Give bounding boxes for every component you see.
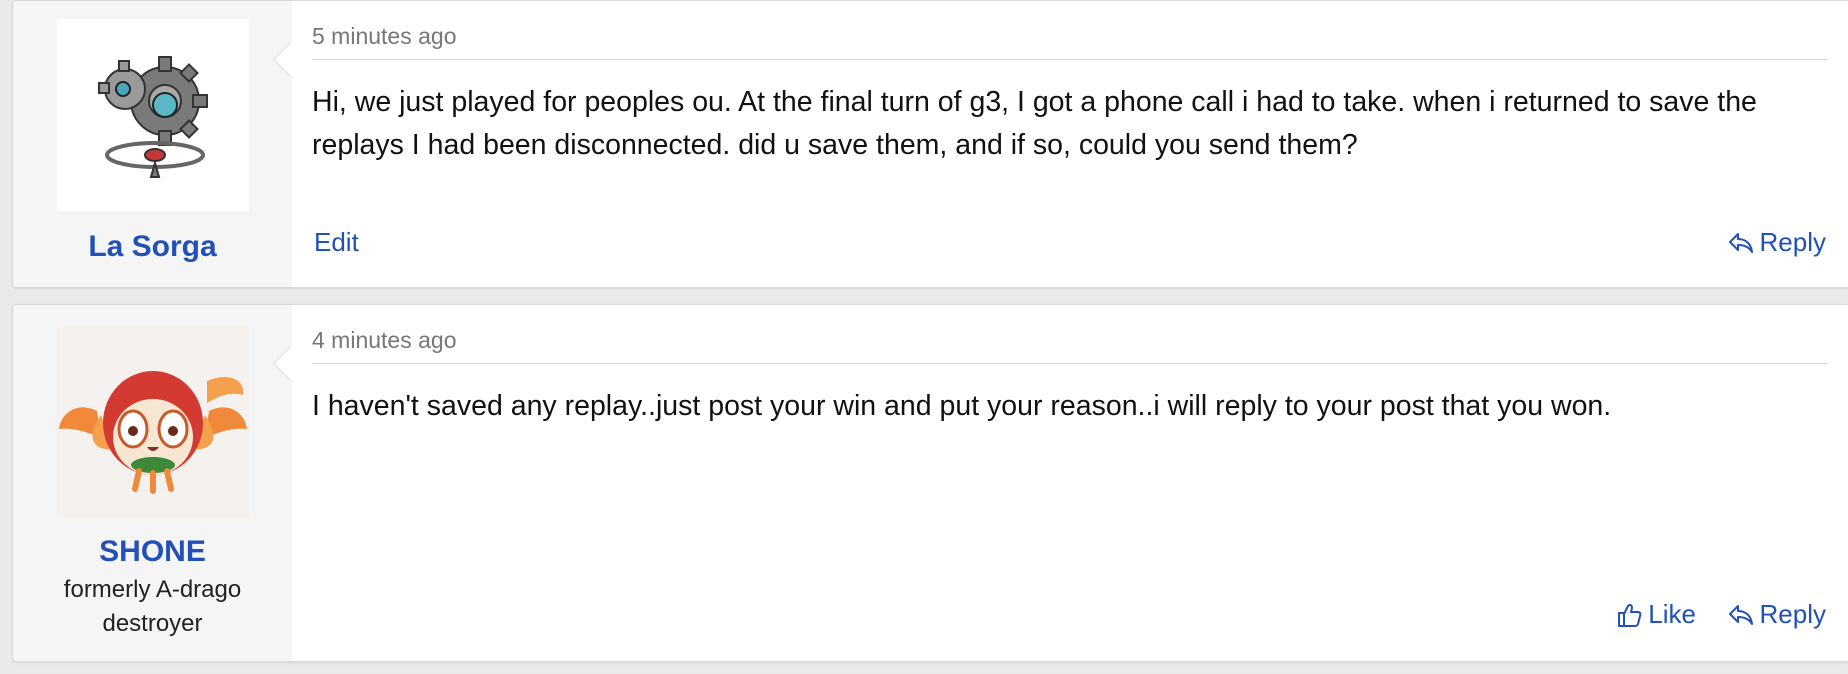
edit-label: Edit xyxy=(314,227,359,257)
post-user-column: SHONE formerly A-drago destroyer xyxy=(13,305,292,661)
reply-icon xyxy=(1728,232,1753,253)
post-content: 4 minutes ago I haven't saved any replay… xyxy=(292,305,1848,661)
thumbs-up-icon xyxy=(1618,603,1642,627)
post-timestamp[interactable]: 5 minutes ago xyxy=(312,23,456,50)
username[interactable]: SHONE xyxy=(13,535,292,569)
post-body: I haven't saved any replay..just post yo… xyxy=(312,390,1612,422)
divider xyxy=(312,363,1828,364)
edit-link[interactable]: Edit xyxy=(314,227,359,258)
reply-link[interactable]: Reply xyxy=(1728,599,1826,630)
owl-pokemon-avatar-icon xyxy=(59,371,247,494)
username[interactable]: La Sorga xyxy=(13,230,292,264)
gear-pokemon-avatar-icon xyxy=(98,56,208,178)
like-label: Like xyxy=(1648,599,1696,629)
reply-label: Reply xyxy=(1759,599,1826,629)
divider xyxy=(312,59,1828,60)
like-link[interactable]: Like xyxy=(1616,599,1696,630)
profile-post: La Sorga 5 minutes ago Hi, we just playe… xyxy=(12,0,1848,288)
avatar[interactable] xyxy=(57,325,249,517)
post-body: Hi, we just played for peoples ou. At th… xyxy=(312,86,1757,161)
profile-post-thread: La Sorga 5 minutes ago Hi, we just playe… xyxy=(0,0,1848,674)
post-user-column: La Sorga xyxy=(13,1,292,287)
post-content: 5 minutes ago Hi, we just played for peo… xyxy=(292,1,1848,287)
avatar[interactable] xyxy=(57,19,249,211)
reply-link[interactable]: Reply xyxy=(1728,227,1826,258)
post-timestamp[interactable]: 4 minutes ago xyxy=(312,327,456,354)
reply-label: Reply xyxy=(1759,227,1826,257)
profile-post: SHONE formerly A-drago destroyer 4 minut… xyxy=(12,304,1848,662)
user-title: formerly A-drago destroyer xyxy=(63,576,242,637)
reply-icon xyxy=(1728,604,1753,625)
